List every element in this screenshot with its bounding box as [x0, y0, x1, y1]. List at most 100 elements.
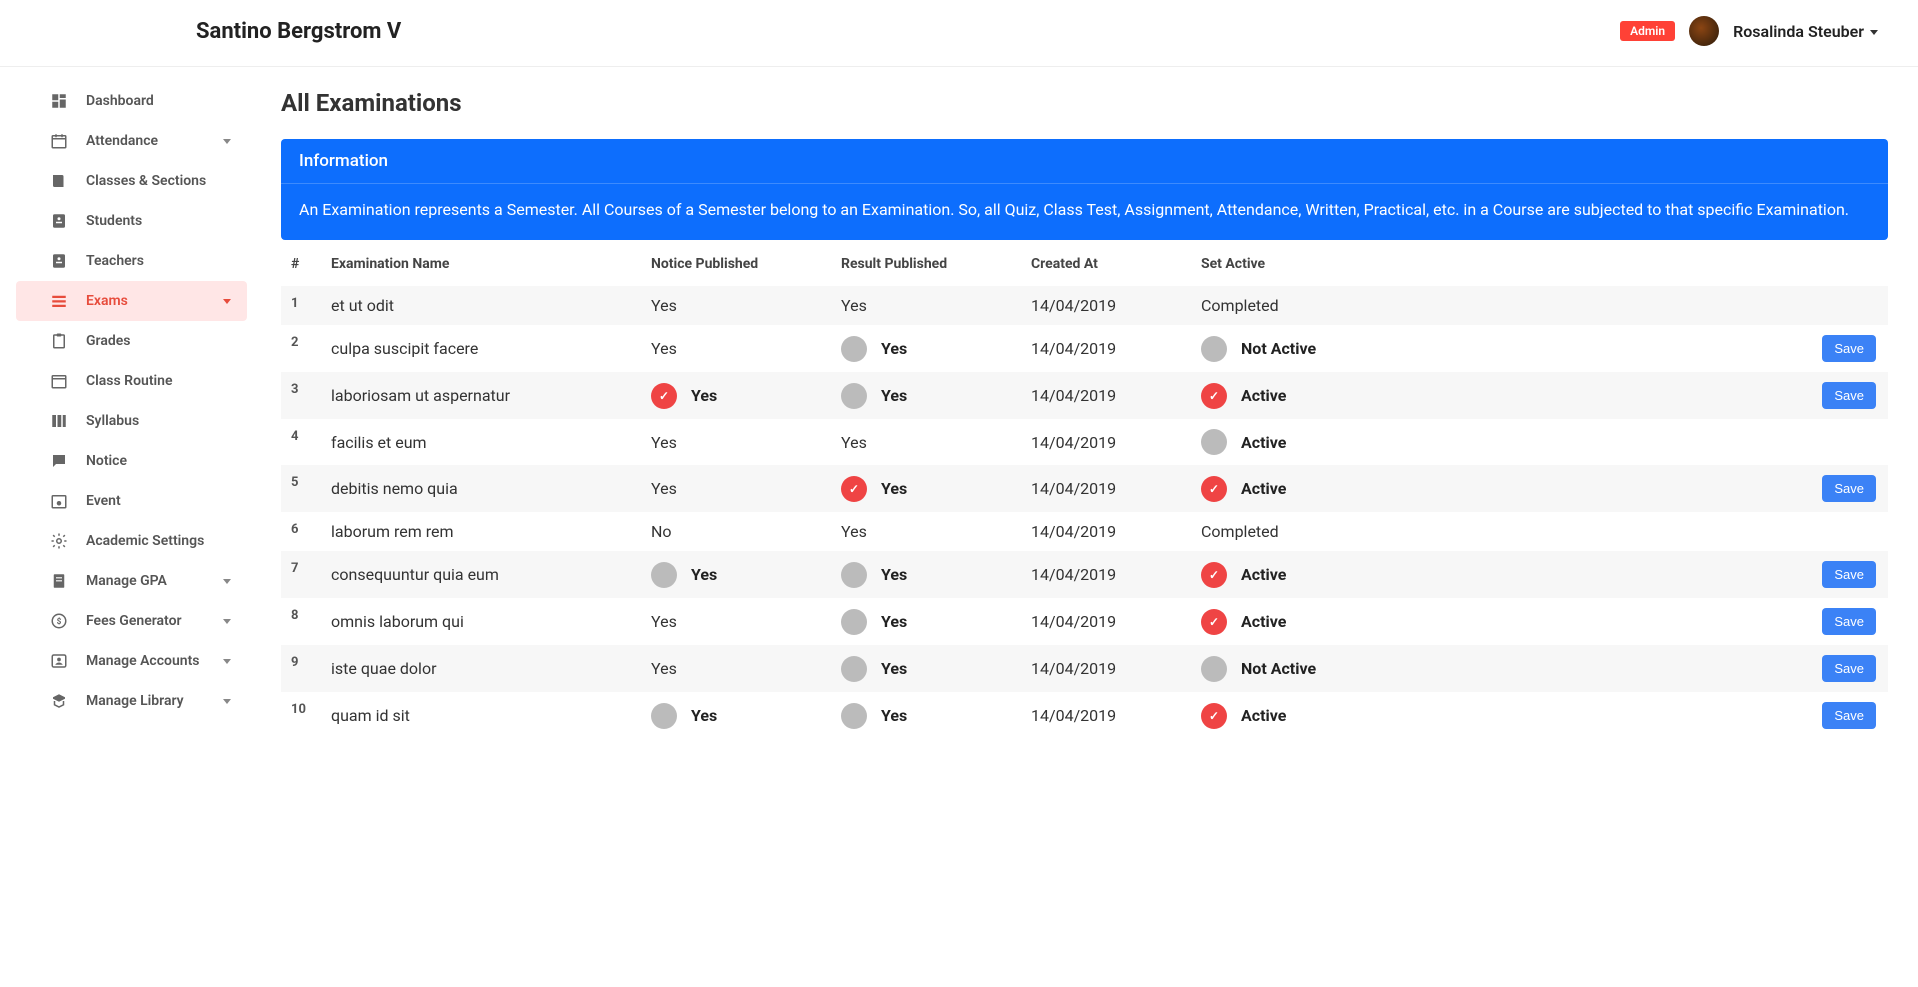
result-toggle[interactable] [841, 476, 867, 502]
chevron-down-icon [223, 619, 231, 624]
save-button[interactable]: Save [1822, 702, 1876, 729]
col-num: # [281, 242, 321, 286]
sidebar-item-attendance[interactable]: Attendance [16, 121, 247, 161]
money-icon: $ [50, 612, 68, 630]
table-row: 4facilis et eumYesYes14/04/2019Active [281, 419, 1888, 465]
sidebar-item-label: Manage GPA [86, 573, 167, 589]
chevron-down-icon [223, 299, 231, 304]
sidebar-item-syllabus[interactable]: Syllabus [16, 401, 247, 441]
active-toggle[interactable] [1201, 429, 1227, 455]
sidebar-item-event[interactable]: Event [16, 481, 247, 521]
notice-toggle[interactable] [651, 562, 677, 588]
active-toggle[interactable] [1201, 703, 1227, 729]
row-number: 2 [281, 325, 321, 372]
chevron-down-icon [223, 579, 231, 584]
result-cell: Yes [831, 512, 1021, 551]
active-cell: Active [1191, 465, 1812, 512]
book-icon [50, 172, 68, 190]
col-active: Set Active [1191, 242, 1812, 286]
sidebar-item-classes-sections[interactable]: Classes & Sections [16, 161, 247, 201]
sidebar-item-class-routine[interactable]: Class Routine [16, 361, 247, 401]
result-toggle[interactable] [841, 703, 867, 729]
notice-toggle[interactable] [651, 383, 677, 409]
result-toggle[interactable] [841, 336, 867, 362]
badge-icon [50, 252, 68, 270]
active-label: Not Active [1241, 339, 1316, 358]
result-toggle[interactable] [841, 656, 867, 682]
row-number: 9 [281, 645, 321, 692]
created-at: 14/04/2019 [1021, 645, 1191, 692]
save-button[interactable]: Save [1822, 561, 1876, 588]
active-toggle[interactable] [1201, 609, 1227, 635]
active-label: Active [1241, 433, 1286, 452]
notice-label: Yes [691, 386, 717, 405]
created-at: 14/04/2019 [1021, 465, 1191, 512]
sidebar-item-students[interactable]: Students [16, 201, 247, 241]
exam-name: facilis et eum [321, 419, 641, 465]
created-at: 14/04/2019 [1021, 325, 1191, 372]
badge-icon [50, 212, 68, 230]
page-title: All Examinations [281, 89, 1888, 117]
svg-text:$: $ [57, 616, 62, 627]
result-toggle[interactable] [841, 562, 867, 588]
sidebar-item-teachers[interactable]: Teachers [16, 241, 247, 281]
sidebar-item-manage-accounts[interactable]: Manage Accounts [16, 641, 247, 681]
sidebar-item-exams[interactable]: Exams [16, 281, 247, 321]
active-cell: Completed [1191, 512, 1812, 551]
list-icon [50, 292, 68, 310]
chevron-down-icon [1870, 30, 1878, 35]
table-row: 3laboriosam ut aspernaturYesYes14/04/201… [281, 372, 1888, 419]
user-dropdown[interactable]: Rosalinda Steuber [1733, 22, 1878, 41]
result-toggle[interactable] [841, 609, 867, 635]
sidebar-item-label: Event [86, 493, 121, 509]
notice-toggle[interactable] [651, 703, 677, 729]
save-button[interactable]: Save [1822, 655, 1876, 682]
save-button[interactable]: Save [1822, 382, 1876, 409]
save-button[interactable]: Save [1822, 475, 1876, 502]
notice-cell: Yes [641, 598, 831, 645]
avatar[interactable] [1689, 16, 1719, 46]
sidebar-item-manage-gpa[interactable]: Manage GPA [16, 561, 247, 601]
col-notice: Notice Published [641, 242, 831, 286]
save-button[interactable]: Save [1822, 608, 1876, 635]
notice-cell: Yes [641, 692, 831, 739]
table-row: 6laborum rem remNoYes14/04/2019Completed [281, 512, 1888, 551]
sidebar-item-label: Notice [86, 453, 127, 469]
created-at: 14/04/2019 [1021, 419, 1191, 465]
clipboard-icon [50, 332, 68, 350]
sidebar-item-grades[interactable]: Grades [16, 321, 247, 361]
table-row: 10quam id sitYesYes14/04/2019ActiveSave [281, 692, 1888, 739]
active-label: Active [1241, 612, 1286, 631]
sidebar-item-fees-generator[interactable]: $ Fees Generator [16, 601, 247, 641]
sidebar-item-dashboard[interactable]: Dashboard [16, 81, 247, 121]
active-cell: Active [1191, 551, 1812, 598]
active-cell: Completed [1191, 286, 1812, 325]
result-label: Yes [881, 479, 907, 498]
sidebar-item-notice[interactable]: Notice [16, 441, 247, 481]
active-toggle[interactable] [1201, 383, 1227, 409]
exam-name: et ut odit [321, 286, 641, 325]
result-cell: Yes [831, 598, 1021, 645]
exam-name: consequuntur quia eum [321, 551, 641, 598]
result-cell: Yes [831, 465, 1021, 512]
active-label: Active [1241, 565, 1286, 584]
table-row: 2culpa suscipit facereYesYes14/04/2019No… [281, 325, 1888, 372]
dashboard-icon [50, 92, 68, 110]
result-toggle[interactable] [841, 383, 867, 409]
exam-name: debitis nemo quia [321, 465, 641, 512]
active-toggle[interactable] [1201, 476, 1227, 502]
sidebar-item-label: Fees Generator [86, 613, 182, 629]
sidebar-item-label: Dashboard [86, 93, 154, 109]
result-cell: Yes [831, 372, 1021, 419]
result-label: Yes [881, 386, 907, 405]
active-toggle[interactable] [1201, 562, 1227, 588]
sidebar-item-manage-library[interactable]: Manage Library [16, 681, 247, 721]
created-at: 14/04/2019 [1021, 692, 1191, 739]
sidebar-item-academic-settings[interactable]: Academic Settings [16, 521, 247, 561]
active-toggle[interactable] [1201, 656, 1227, 682]
save-button[interactable]: Save [1822, 335, 1876, 362]
notice-cell: Yes [641, 325, 831, 372]
row-action: Save [1812, 372, 1888, 419]
sidebar-item-label: Manage Accounts [86, 653, 200, 669]
active-toggle[interactable] [1201, 336, 1227, 362]
